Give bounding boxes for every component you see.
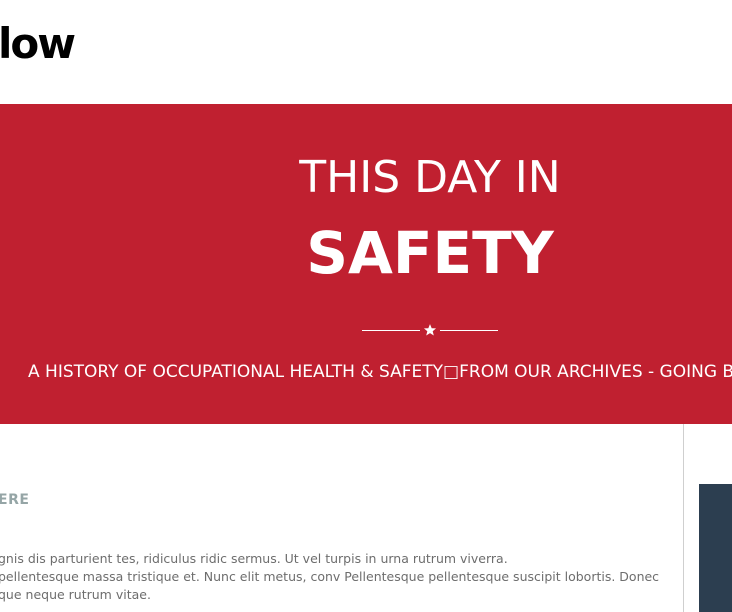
hero-title-line1: THIS DAY IN [299,152,561,203]
body-line: que neque rutrum vitae. [0,587,151,602]
hero-title-line2: SAFETY [306,219,554,287]
hero-banner: THIS DAY IN SAFETY A HISTORY OF OCCUPATI… [0,104,732,424]
body-line: pellentesque massa tristique et. Nunc el… [0,569,660,584]
star-icon [420,320,440,340]
hero-tagline: A HISTORY OF OCCUPATIONAL HEALTH & SAFET… [28,362,732,382]
sidebar-panel [699,484,732,612]
divider-rule-right [440,330,498,331]
body-text: gnis dis parturient tes, ridiculus ridic… [0,550,678,604]
main-content: ERE gnis dis parturient tes, ridiculus r… [0,424,732,612]
column-divider [683,424,684,612]
body-line: gnis dis parturient tes, ridiculus ridic… [0,551,508,566]
section-heading: ERE [0,492,30,508]
site-logo[interactable]: low [0,16,76,72]
page: low THIS DAY IN SAFETY A HISTORY OF OCCU… [0,0,732,612]
divider-rule-left [362,330,420,331]
hero-divider [362,320,498,340]
site-header: low [0,0,732,104]
